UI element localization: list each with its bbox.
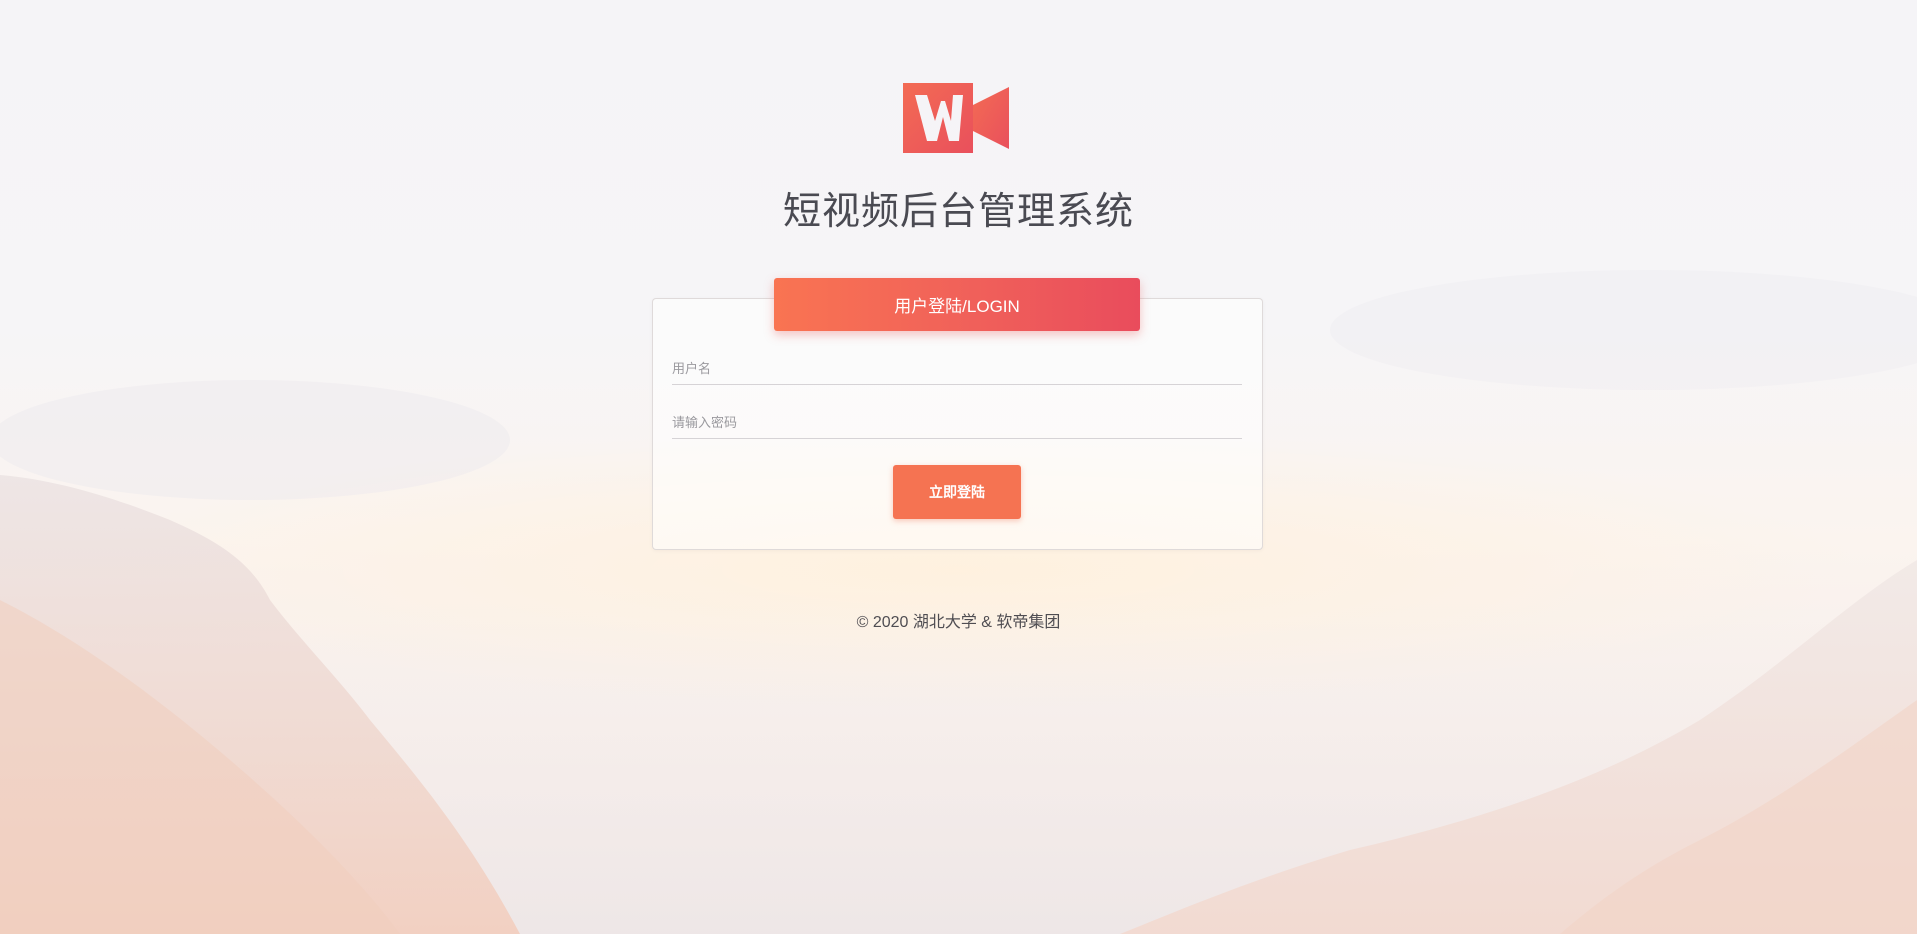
footer-copyright: © 2020 湖北大学 & 软帝集团: [856, 614, 1061, 631]
login-submit-button[interactable]: 立即登陆: [893, 465, 1021, 519]
login-header-label: 用户登陆/LOGIN: [894, 297, 1020, 316]
password-input[interactable]: [672, 406, 1242, 439]
login-card-header: 用户登陆/LOGIN: [774, 278, 1140, 331]
username-input[interactable]: [672, 352, 1242, 385]
page-title: 短视频后台管理系统: [782, 189, 1134, 233]
video-camera-logo-icon: [903, 83, 1009, 153]
